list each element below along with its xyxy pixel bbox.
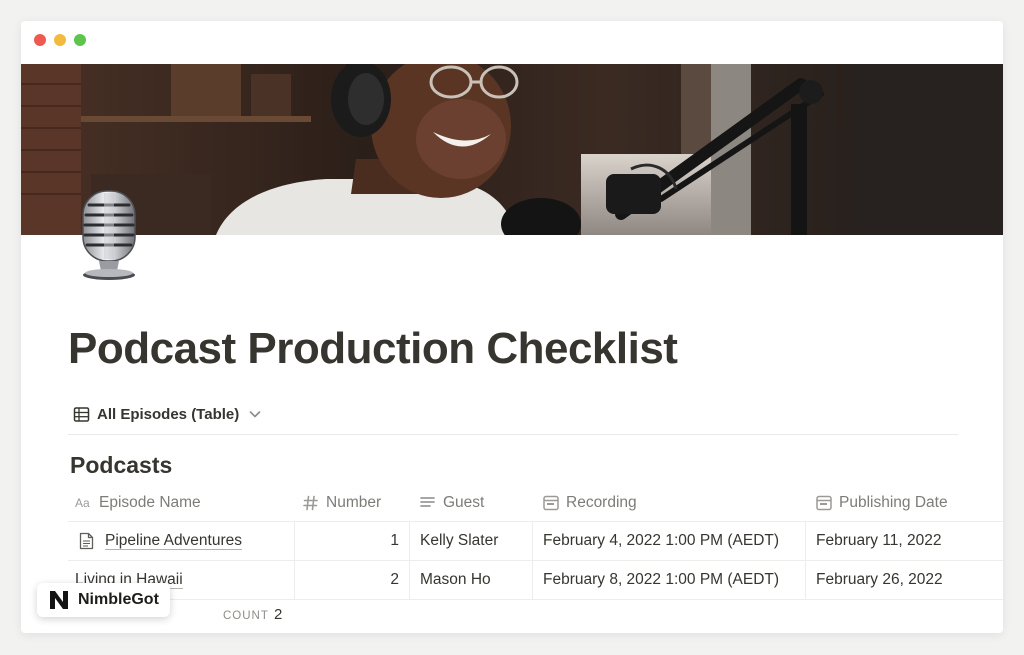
text-lines-icon	[420, 496, 435, 507]
column-header-publishing-date[interactable]: Publishing Date	[805, 484, 1003, 521]
table-header-row: Aa Episode Name Number Guest Recording P…	[68, 484, 1003, 522]
publishing-date-cell[interactable]: February 26, 2022	[805, 561, 1003, 599]
cover-photo-illustration	[21, 64, 1003, 235]
svg-text:Aa: Aa	[75, 496, 90, 510]
close-window-button[interactable]	[34, 34, 46, 46]
recording-cell[interactable]: February 8, 2022 1:00 PM (AEDT)	[532, 561, 805, 599]
guest-cell[interactable]: Mason Ho	[409, 561, 532, 599]
nimblegot-logo-icon	[50, 591, 68, 609]
column-header-number[interactable]: Number	[294, 484, 409, 521]
table-row[interactable]: Living in Hawaii 2 Mason Ho February 8, …	[68, 561, 1003, 600]
view-divider	[68, 434, 958, 435]
number-cell[interactable]: 2	[294, 561, 409, 599]
maximize-window-button[interactable]	[74, 34, 86, 46]
page-cover-image[interactable]	[21, 64, 1003, 235]
count-label[interactable]: COUNT	[223, 610, 269, 622]
minimize-window-button[interactable]	[54, 34, 66, 46]
column-header-episode-name[interactable]: Aa Episode Name	[68, 484, 294, 521]
hash-icon	[303, 495, 318, 510]
episodes-table: Aa Episode Name Number Guest Recording P…	[68, 484, 1003, 600]
database-title[interactable]: Podcasts	[70, 452, 172, 479]
page-icon	[79, 532, 94, 550]
table-row[interactable]: Pipeline Adventures 1 Kelly Slater Febru…	[68, 522, 1003, 561]
view-selector-label: All Episodes (Table)	[97, 405, 240, 423]
calendar-icon	[543, 495, 559, 510]
app-window: Podcast Production Checklist All Episode…	[21, 21, 1003, 633]
nimblegot-name: NimbleGot	[78, 591, 159, 608]
chevron-down-icon[interactable]	[248, 407, 262, 421]
column-header-recording[interactable]: Recording	[532, 484, 805, 521]
column-header-guest[interactable]: Guest	[409, 484, 532, 521]
view-selector-all-episodes[interactable]: All Episodes (Table)	[73, 403, 262, 425]
count-value: 2	[274, 606, 283, 623]
episode-name-link[interactable]: Pipeline Adventures	[105, 532, 243, 550]
calendar-icon	[816, 495, 832, 510]
table-view-icon	[73, 406, 90, 422]
page-title[interactable]: Podcast Production Checklist	[68, 324, 678, 374]
window-titlebar	[21, 21, 1003, 64]
recording-cell[interactable]: February 4, 2022 1:00 PM (AEDT)	[532, 522, 805, 560]
episode-name-cell[interactable]: Pipeline Adventures	[68, 522, 294, 560]
microphone-icon[interactable]	[77, 187, 147, 283]
guest-cell[interactable]: Kelly Slater	[409, 522, 532, 560]
nimblegot-watermark-badge[interactable]: NimbleGot	[37, 583, 170, 617]
publishing-date-cell[interactable]: February 11, 2022	[805, 522, 1003, 560]
text-property-icon: Aa	[75, 496, 90, 510]
number-cell[interactable]: 1	[294, 522, 409, 560]
